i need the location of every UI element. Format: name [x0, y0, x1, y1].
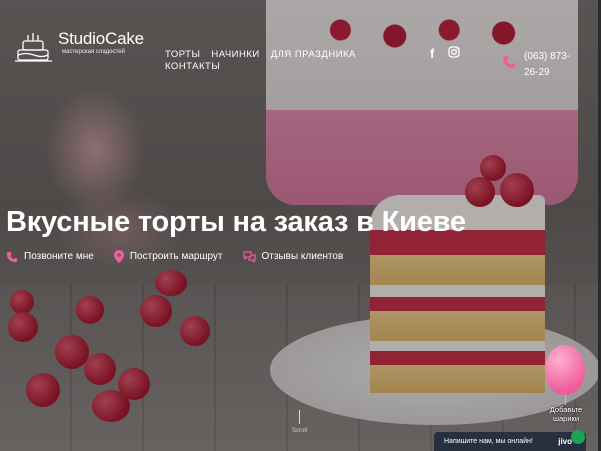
scroll-label: Scroll [292, 428, 308, 434]
phone-icon [503, 56, 515, 68]
chat-widget[interactable]: Напишите нам, мы онлайн! jivo [434, 432, 586, 451]
chat-online-icon [571, 430, 585, 444]
nav-item-fillings[interactable]: НАЧИНКИ [211, 49, 259, 60]
scroll-indicator[interactable]: Scroll [292, 410, 307, 434]
instagram-glyph [448, 46, 460, 58]
chat-brand: jivo [558, 437, 572, 446]
build-route-label: Построить маршрут [129, 251, 223, 262]
nav-item-contacts[interactable]: КОНТАКТЫ [165, 61, 220, 72]
page-title: Вкусные торты на заказ в Киеве [6, 206, 466, 238]
facebook-icon[interactable]: f [430, 46, 434, 61]
chat-bubbles-icon [242, 250, 256, 263]
balloon-string [565, 395, 566, 405]
facebook-glyph: f [430, 46, 435, 61]
nav-item-holiday[interactable]: ДЛЯ ПРАЗДНИКА [271, 49, 356, 60]
logo[interactable]: StudioCake мастерская сладостей [14, 30, 144, 66]
instagram-icon[interactable] [448, 46, 460, 61]
cake-logo-icon [14, 30, 54, 66]
phone-icon [6, 251, 18, 262]
balloon-icon[interactable] [545, 345, 585, 395]
chat-text: Напишите нам, мы онлайн! [444, 438, 533, 445]
balloon-label[interactable]: Добавьте шарики [544, 405, 588, 423]
main-nav: ТОРТЫ НАЧИНКИ ДЛЯ ПРАЗДНИКА КОНТАКТЫ [165, 49, 355, 73]
hero-actions: Позвоните мне Построить маршрут Отзывы к… [6, 250, 343, 263]
call-me-label: Позвоните мне [24, 251, 94, 262]
brand-name: StudioCake [58, 29, 144, 48]
phone-number[interactable]: (063) 873-26-29 [524, 49, 584, 81]
nav-item-cakes[interactable]: ТОРТЫ [165, 49, 200, 60]
reviews-button[interactable]: Отзывы клиентов [242, 250, 344, 263]
map-pin-icon [113, 250, 124, 263]
reviews-label: Отзывы клиентов [261, 251, 344, 262]
build-route-button[interactable]: Построить маршрут [113, 250, 223, 263]
call-me-button[interactable]: Позвоните мне [6, 251, 94, 263]
brand-tagline: мастерская сладостей [62, 49, 125, 55]
